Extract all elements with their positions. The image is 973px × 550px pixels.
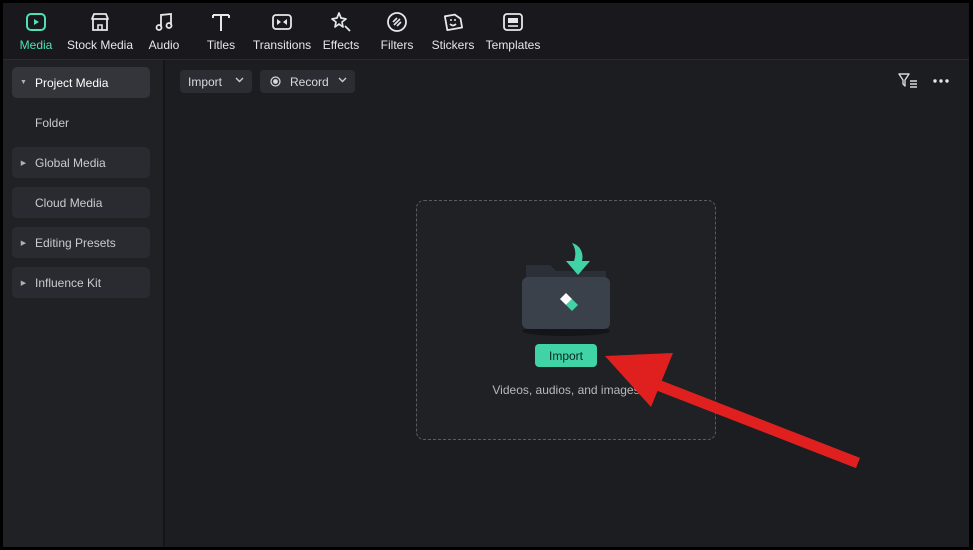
more-options-icon[interactable]: [932, 73, 950, 89]
tab-audio-label: Audio: [148, 38, 180, 52]
tab-effects-label: Effects: [322, 38, 360, 52]
effects-icon: [331, 12, 351, 32]
tab-transitions-label: Transitions: [252, 38, 312, 52]
titles-icon: [212, 14, 230, 31]
record-icon: [270, 76, 281, 87]
record-dropdown[interactable]: Record: [260, 70, 355, 93]
tab-stock-media[interactable]: Stock Media: [66, 3, 134, 59]
filters-icon: [387, 12, 407, 32]
sidebar-item-label: Cloud Media: [35, 195, 103, 210]
stock-media-icon: [91, 13, 109, 31]
sidebar-item-influence-kit[interactable]: ▶ Influence Kit: [12, 267, 150, 298]
caret-right-icon: ▶: [20, 159, 27, 167]
sidebar-item-label: Editing Presets: [35, 235, 116, 250]
import-button[interactable]: Import: [535, 344, 597, 367]
tab-media[interactable]: Media: [17, 3, 55, 59]
record-dropdown-label: Record: [290, 74, 329, 89]
sidebar-item-label: Influence Kit: [35, 275, 102, 290]
templates-icon: [503, 13, 523, 31]
sidebar-item-global-media[interactable]: ▶ Global Media: [12, 147, 150, 178]
chevron-down-icon: [338, 77, 347, 83]
tab-effects[interactable]: Effects: [321, 3, 361, 59]
tab-transitions[interactable]: Transitions: [252, 3, 312, 59]
caret-right-icon: ▶: [20, 279, 27, 287]
import-dropdown-label: Import: [188, 74, 223, 89]
tab-templates-label: Templates: [485, 38, 541, 52]
import-dropzone[interactable]: Import Videos, audios, and images: [416, 200, 716, 440]
tab-stock-media-label: Stock Media: [66, 38, 134, 52]
sidebar-item-folder[interactable]: Folder: [12, 107, 150, 138]
top-toolbar: Media Stock Media Audio Titles Transitio…: [3, 3, 969, 60]
audio-icon: [155, 13, 173, 31]
media-library-window: Media Stock Media Audio Titles Transitio…: [3, 3, 969, 547]
caret-down-icon: ▼: [20, 79, 27, 86]
media-panel: Import Record Import Videos, audios, and…: [165, 60, 969, 547]
sidebar-item-label: Folder: [35, 115, 70, 130]
tab-filters[interactable]: Filters: [379, 3, 415, 59]
tab-audio[interactable]: Audio: [146, 3, 182, 59]
sidebar-item-label: Global Media: [35, 155, 106, 170]
tab-stickers-label: Stickers: [431, 38, 475, 52]
tab-media-label: Media: [19, 38, 53, 52]
import-dropdown[interactable]: Import: [180, 70, 252, 93]
media-icon: [26, 13, 46, 31]
tab-filters-label: Filters: [380, 38, 414, 52]
stickers-icon: [443, 13, 463, 32]
tab-titles[interactable]: Titles: [203, 3, 239, 59]
sidebar-item-label: Project Media: [35, 75, 109, 90]
filter-sort-icon[interactable]: [898, 72, 918, 90]
dropzone-hint: Videos, audios, and images: [492, 383, 640, 397]
sidebar-item-editing-presets[interactable]: ▶ Editing Presets: [12, 227, 150, 258]
tab-stickers[interactable]: Stickers: [431, 3, 475, 59]
sidebar-item-cloud-media[interactable]: Cloud Media: [12, 187, 150, 218]
tab-titles-label: Titles: [206, 38, 236, 52]
caret-right-icon: ▶: [20, 239, 27, 247]
transitions-icon: [272, 14, 292, 30]
folder-import-icon: [522, 243, 610, 336]
media-sidebar: ▼ Project Media Folder ▶ Global Media Cl…: [3, 60, 165, 547]
chevron-down-icon: [235, 77, 244, 83]
sidebar-item-project-media[interactable]: ▼ Project Media: [12, 67, 150, 98]
tab-templates[interactable]: Templates: [484, 3, 542, 59]
